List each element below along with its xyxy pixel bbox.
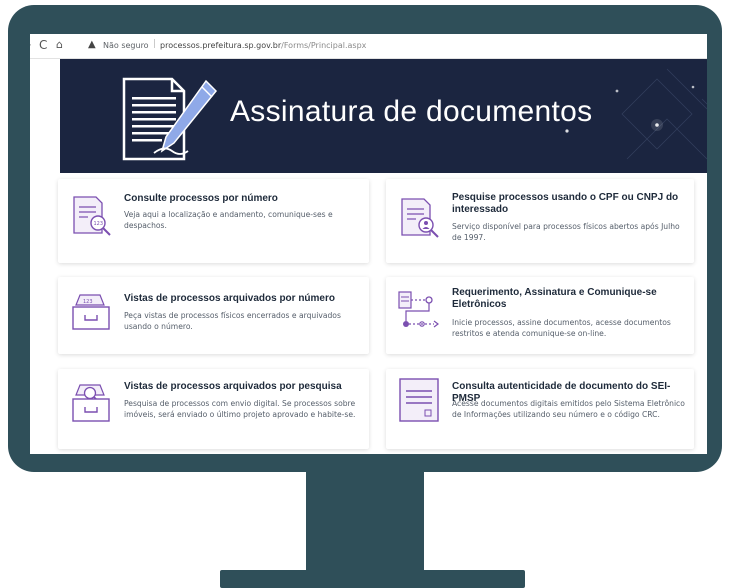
archive-box-icon: 123 xyxy=(72,294,110,330)
card-pesquise-cpf-cnpj[interactable]: Pesquise processos usando o CPF ou CNPJ … xyxy=(386,179,694,263)
card-description: Inicie processos, assine documentos, ace… xyxy=(452,318,671,338)
reload-icon[interactable]: C xyxy=(39,39,47,51)
page-title: Assinatura de documentos xyxy=(230,95,593,128)
svg-text:123: 123 xyxy=(94,221,104,227)
archive-search-icon xyxy=(72,384,110,422)
document-search-person-icon xyxy=(401,198,439,238)
card-description: Acesse documentos digitais emitidos pelo… xyxy=(452,399,685,419)
card-description: Peça vistas de processos físicos encerra… xyxy=(124,311,341,331)
card-requerimento-assinatura[interactable]: Requerimento, Assinatura e Comunique-se … xyxy=(386,277,694,354)
card-consulta-autenticidade[interactable]: Consulta autenticidade de documento do S… xyxy=(386,369,694,449)
card-title: Requerimento, Assinatura e Comunique-se … xyxy=(452,287,657,310)
monitor-screen: › C ⌂ ▲ Não seguro | processos.prefeitur… xyxy=(30,34,707,454)
card-consulte-processos[interactable]: 123 Consulte processos por número Veja a… xyxy=(58,179,369,263)
browser-address-bar: › C ⌂ ▲ Não seguro | processos.prefeitur… xyxy=(30,34,707,59)
card-vistas-por-pesquisa[interactable]: Vistas de processos arquivados por pesqu… xyxy=(58,369,369,449)
back-arrow-icon[interactable]: › xyxy=(30,39,31,51)
url-domain: processos.prefeitura.sp.gov.br xyxy=(160,41,282,50)
card-title: Consulte processos por número xyxy=(124,193,278,204)
url-input[interactable]: processos.prefeitura.sp.gov.br/Forms/Pri… xyxy=(160,41,366,50)
card-description: Serviço disponível para processos físico… xyxy=(452,222,680,242)
svg-text:123: 123 xyxy=(83,299,93,305)
workflow-icon xyxy=(398,291,439,328)
monitor-stand-base xyxy=(220,570,525,588)
card-title: Vistas de processos arquivados por pesqu… xyxy=(124,381,342,392)
url-separator: | xyxy=(153,39,157,49)
certificate-document-icon xyxy=(399,378,439,422)
document-signing-icon xyxy=(122,77,218,161)
monitor-stand-neck xyxy=(306,468,424,572)
card-description: Veja aqui a localização e andamento, com… xyxy=(124,210,333,230)
security-label[interactable]: Não seguro xyxy=(103,41,149,50)
home-icon[interactable]: ⌂ xyxy=(56,39,63,51)
card-title: Pesquise processos usando o CPF ou CNPJ … xyxy=(452,192,679,215)
card-title: Vistas de processos arquivados por númer… xyxy=(124,293,335,304)
document-search-number-icon: 123 xyxy=(73,196,111,236)
card-vistas-por-numero[interactable]: 123 Vistas de processos arquivados por n… xyxy=(58,277,369,354)
page-banner: Assinatura de documentos xyxy=(60,59,707,173)
url-path: /Forms/Principal.aspx xyxy=(281,41,367,50)
card-description: Pesquisa de processos com envio digital.… xyxy=(124,399,356,419)
warning-icon[interactable]: ▲ xyxy=(88,39,96,50)
